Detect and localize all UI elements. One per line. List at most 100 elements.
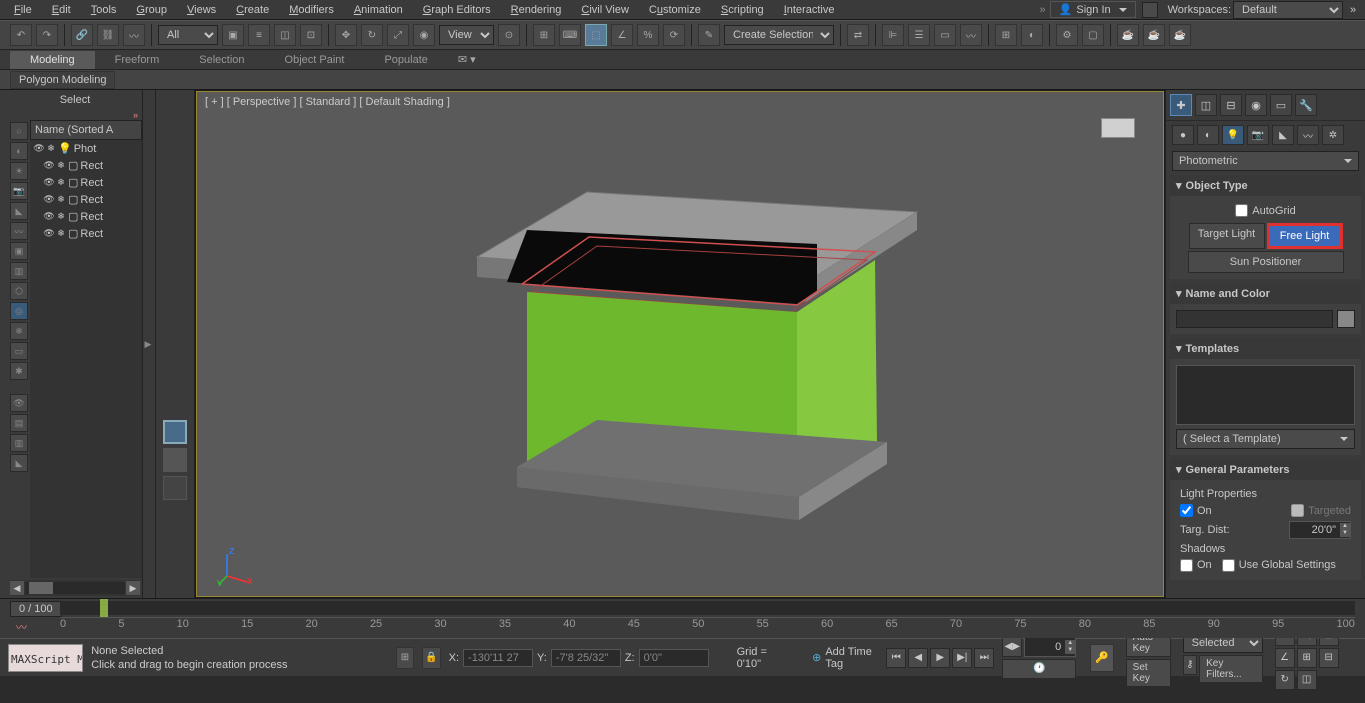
filter-geometry-icon[interactable]: ○ bbox=[10, 122, 28, 140]
visibility-icon[interactable]: 👁 bbox=[44, 212, 54, 222]
filter-frozen-icon[interactable]: ❄ bbox=[10, 322, 28, 340]
filter-groups-icon[interactable]: ▣ bbox=[10, 242, 28, 260]
ribbon-tab-selection[interactable]: Selection bbox=[179, 51, 264, 69]
scene-hscroll[interactable]: ◀ ▶ bbox=[10, 580, 140, 596]
menu-group[interactable]: Group bbox=[126, 2, 177, 18]
subtab-cameras[interactable]: 📷 bbox=[1247, 125, 1269, 145]
filter-container-icon[interactable]: ◎ bbox=[10, 302, 28, 320]
list-item[interactable]: 👁❄💡Phot bbox=[30, 140, 142, 157]
filter-xrefs-icon[interactable]: ▥ bbox=[10, 262, 28, 280]
menu-graph-editors[interactable]: Graph Editors bbox=[413, 2, 501, 18]
subtab-systems[interactable]: ✲ bbox=[1322, 125, 1344, 145]
layer-explorer-button[interactable]: ☰ bbox=[908, 24, 930, 46]
next-frame-button[interactable]: ▶| bbox=[952, 648, 972, 668]
targ-dist-input[interactable] bbox=[1290, 522, 1340, 538]
goto-start-button[interactable]: ⏮ bbox=[886, 648, 906, 668]
signin-button[interactable]: 👤 Sign In bbox=[1050, 1, 1136, 18]
maximize-viewport-button[interactable]: ◫ bbox=[1297, 670, 1317, 690]
setkey-button[interactable]: Set Key bbox=[1126, 659, 1171, 687]
display-layers-icon[interactable]: ▤ bbox=[10, 414, 28, 432]
goto-end-button[interactable]: ⏭ bbox=[974, 648, 994, 668]
lock-icon[interactable]: 🔒 bbox=[422, 647, 440, 669]
current-frame-spinner[interactable]: ▲▼ bbox=[1024, 637, 1076, 657]
list-item[interactable]: 👁❄▢Rect bbox=[30, 157, 142, 174]
time-config-button[interactable]: 🕐 bbox=[1002, 659, 1076, 679]
spinner-snap-button[interactable]: ⟳ bbox=[663, 24, 685, 46]
material-editor-button[interactable]: ◐ bbox=[1021, 24, 1043, 46]
curve-editor-button[interactable]: 〰 bbox=[960, 24, 982, 46]
menu-rendering[interactable]: Rendering bbox=[501, 2, 572, 18]
render-frame-button[interactable]: ▢ bbox=[1082, 24, 1104, 46]
pivot-button[interactable]: ⊙ bbox=[498, 24, 520, 46]
toggle-ribbon-button[interactable]: ▭ bbox=[934, 24, 956, 46]
display-influences-icon[interactable]: ▥ bbox=[10, 434, 28, 452]
filter-bone-icon[interactable]: ⬡ bbox=[10, 282, 28, 300]
x-coord-input[interactable]: -130'11 27 bbox=[463, 649, 533, 667]
freeze-icon[interactable]: ❄ bbox=[56, 212, 66, 222]
menu-modifiers[interactable]: Modifiers bbox=[279, 2, 344, 18]
list-item[interactable]: 👁❄▢Rect bbox=[30, 191, 142, 208]
undo-button[interactable]: ↶ bbox=[10, 24, 32, 46]
scroll-right-arrow[interactable]: ▶ bbox=[126, 581, 140, 595]
menu-animation[interactable]: Animation bbox=[344, 2, 413, 18]
targ-dist-spinner[interactable]: ▲▼ bbox=[1289, 521, 1351, 539]
menu-edit[interactable]: Edit bbox=[42, 2, 81, 18]
render-iterative-button[interactable]: ☕ bbox=[1143, 24, 1165, 46]
rollout-templates-header[interactable]: ▾Templates bbox=[1170, 338, 1361, 359]
named-selection-set-select[interactable]: Create Selection Se bbox=[724, 25, 834, 45]
list-item[interactable]: 👁❄▢Rect bbox=[30, 208, 142, 225]
zoom-extents-button[interactable]: ⊞ bbox=[1297, 648, 1317, 668]
filter-cameras-icon[interactable]: 📷 bbox=[10, 182, 28, 200]
key-mode-button[interactable]: ◀▶ bbox=[1002, 637, 1022, 657]
select-move-button[interactable]: ✥ bbox=[335, 24, 357, 46]
snap-toggle-button[interactable]: ⬚ bbox=[585, 24, 607, 46]
bind-space-warp-button[interactable]: 〰 bbox=[123, 24, 145, 46]
selection-lock-button[interactable]: ⊞ bbox=[396, 647, 414, 669]
add-time-tag-button[interactable]: Add Time Tag bbox=[825, 646, 878, 670]
subtab-lights[interactable]: 💡 bbox=[1222, 125, 1244, 145]
select-rotate-button[interactable]: ↻ bbox=[361, 24, 383, 46]
time-slider-handle[interactable] bbox=[100, 599, 108, 617]
link-button[interactable]: 🔗 bbox=[71, 24, 93, 46]
align-button[interactable]: ⊫ bbox=[882, 24, 904, 46]
render-production-button[interactable]: ☕ bbox=[1117, 24, 1139, 46]
list-item[interactable]: 👁❄▢Rect bbox=[30, 174, 142, 191]
rollout-general-header[interactable]: ▾General Parameters bbox=[1170, 459, 1361, 480]
freeze-icon[interactable]: ❄ bbox=[56, 161, 66, 171]
select-manipulate-button[interactable]: ⊞ bbox=[533, 24, 555, 46]
subtab-spacewarps[interactable]: 〰 bbox=[1297, 125, 1319, 145]
key-filter-icon[interactable]: ⚷ bbox=[1183, 655, 1197, 675]
sun-positioner-button[interactable]: Sun Positioner bbox=[1188, 251, 1344, 273]
filter-shapes-icon[interactable]: ◐ bbox=[10, 142, 28, 160]
redo-button[interactable]: ↷ bbox=[36, 24, 58, 46]
scene-list-header[interactable]: Name (Sorted A bbox=[30, 120, 142, 140]
expand-scene-explorer[interactable]: ▶ bbox=[143, 319, 153, 369]
key-filters-button[interactable]: Key Filters... bbox=[1199, 655, 1263, 683]
free-light-button[interactable]: Free Light bbox=[1267, 223, 1343, 249]
freeze-icon[interactable]: ❄ bbox=[56, 178, 66, 188]
tab-utilities[interactable]: 🔧 bbox=[1295, 94, 1317, 116]
select-object-button[interactable]: ▣ bbox=[222, 24, 244, 46]
visibility-icon[interactable]: 👁 bbox=[44, 229, 54, 239]
select-region-button[interactable]: ◫ bbox=[274, 24, 296, 46]
filter-lights-icon[interactable]: ☀ bbox=[10, 162, 28, 180]
menu-interactive[interactable]: Interactive bbox=[774, 2, 845, 18]
rollout-object-type-header[interactable]: ▾Object Type bbox=[1170, 175, 1361, 196]
workspaces-select[interactable]: Default bbox=[1233, 1, 1343, 19]
target-light-button[interactable]: Target Light bbox=[1189, 223, 1265, 249]
ribbon-dropdown-icon[interactable]: ✉ ▾ bbox=[448, 53, 486, 66]
spinner-up[interactable]: ▲ bbox=[1340, 523, 1350, 530]
select-place-button[interactable]: ◉ bbox=[413, 24, 435, 46]
visibility-icon[interactable]: 👁 bbox=[44, 195, 54, 205]
menu-scripting[interactable]: Scripting bbox=[711, 2, 774, 18]
list-item[interactable]: 👁❄▢Rect bbox=[30, 225, 142, 242]
filter-spacewarps-icon[interactable]: 〰 bbox=[10, 222, 28, 240]
light-on-checkbox[interactable] bbox=[1180, 504, 1193, 517]
template-select[interactable]: ( Select a Template) bbox=[1176, 429, 1355, 449]
angle-snap-button[interactable]: ∠ bbox=[611, 24, 633, 46]
select-scale-button[interactable]: ⤢ bbox=[387, 24, 409, 46]
mirror-button[interactable]: ⇄ bbox=[847, 24, 869, 46]
zoom-extents-all-button[interactable]: ⊟ bbox=[1319, 648, 1339, 668]
shadow-on-checkbox[interactable] bbox=[1180, 559, 1193, 572]
set-key-big-button[interactable]: 🔑 bbox=[1090, 644, 1113, 672]
